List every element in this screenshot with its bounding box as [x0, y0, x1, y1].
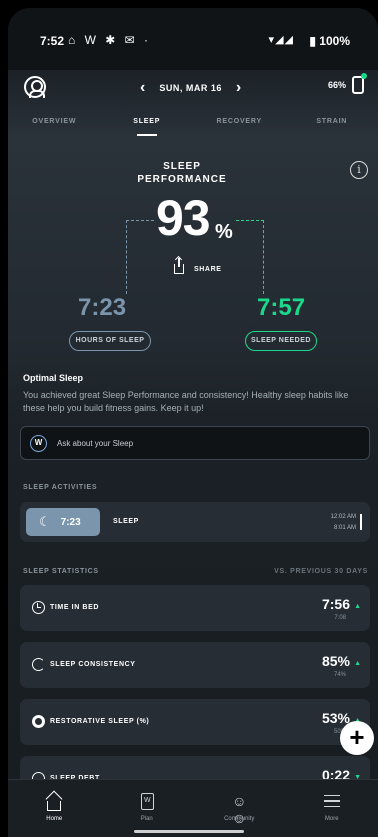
chevron-left-icon[interactable]: ‹ — [140, 79, 145, 97]
hours-of-sleep-pill[interactable]: HOURS OF SLEEP — [69, 331, 151, 351]
whoop-coach-icon: W — [30, 434, 47, 452]
activity-bar — [360, 514, 362, 530]
profile-icon[interactable] — [24, 76, 46, 98]
tab-sleep[interactable]: SLEEP — [101, 114, 194, 136]
stat-previous: 74% — [333, 672, 346, 678]
home-icon — [47, 801, 62, 811]
tab-recovery[interactable]: RECOVERY — [193, 114, 286, 136]
sleep-needed-pill[interactable]: SLEEP NEEDED — [245, 331, 317, 351]
sleep-activity-row[interactable]: ☾ 7:23 SLEEP 12:02 AM 8:01 AM — [20, 502, 370, 542]
ask-input[interactable]: W Ask about your Sleep — [20, 426, 370, 460]
device-battery[interactable]: 66% — [327, 73, 367, 94]
clock-icon — [32, 601, 45, 614]
activity-chip: ☾ 7:23 — [26, 508, 100, 536]
bottom-navigation: Home W Plan ☺☺ Community More — [8, 779, 378, 837]
trend-up-icon: ▲ — [354, 660, 361, 667]
notification-icons: ⌂ W ✱ ✉ · — [68, 33, 152, 47]
consistency-icon — [32, 658, 45, 671]
nav-label: Community — [224, 816, 255, 822]
performance-title-line1: SLEEP — [163, 161, 201, 172]
info-icon[interactable]: i — [350, 161, 368, 179]
activity-times: 12:02 AM 8:01 AM — [331, 512, 356, 534]
performance-unit: % — [215, 221, 233, 243]
status-time: 7:52 — [40, 34, 65, 48]
sleep-statistics-label: SLEEP STATISTICS — [23, 568, 99, 575]
restorative-icon — [32, 715, 45, 728]
insight-title: Optimal Sleep — [23, 373, 84, 383]
tab-bar: OVERVIEW SLEEP RECOVERY STRAIN — [8, 114, 378, 136]
stat-value: 85% — [321, 653, 350, 669]
community-icon: ☺☺ — [232, 793, 247, 826]
stat-previous: 7:08 — [334, 615, 346, 621]
date-label[interactable]: SUN, MAR 16 — [159, 83, 222, 93]
insight-body: You achieved great Sleep Performance and… — [23, 390, 349, 413]
nav-more[interactable]: More — [286, 780, 378, 837]
status-bar: 7:52 ⌂ W ✱ ✉ · ▾◢◢ ▮ 100% — [8, 8, 378, 70]
plan-icon: W — [140, 793, 154, 810]
performance-value: 93 — [156, 190, 211, 246]
strap-icon — [352, 73, 367, 94]
menu-icon — [323, 795, 340, 807]
activity-type: SLEEP — [113, 518, 139, 525]
share-label: SHARE — [194, 265, 222, 273]
activity-duration: 7:23 — [60, 516, 81, 528]
trend-up-icon: ▲ — [354, 603, 361, 610]
hours-connector — [126, 220, 154, 294]
sleep-activities-label: SLEEP ACTIVITIES — [23, 484, 98, 491]
network-icon: ▾◢◢ — [268, 34, 294, 46]
nav-label: Home — [46, 816, 63, 822]
activity-end: 8:01 AM — [333, 525, 356, 531]
date-navigator: ‹ SUN, MAR 16 › — [140, 79, 241, 97]
chevron-right-icon[interactable]: › — [236, 79, 241, 97]
tab-strain[interactable]: STRAIN — [286, 114, 378, 136]
needed-connector — [236, 220, 264, 294]
nav-home[interactable]: Home — [8, 780, 101, 837]
stat-card-consistency[interactable]: SLEEP CONSISTENCY 85% ▲ 74% — [20, 642, 370, 688]
nav-label: Plan — [140, 816, 153, 822]
battery-status: ▮ 100% — [309, 34, 350, 48]
nav-community[interactable]: ☺☺ Community — [193, 780, 286, 837]
ask-placeholder: Ask about your Sleep — [57, 438, 134, 448]
stat-label: SLEEP CONSISTENCY — [50, 661, 136, 668]
stat-card-time-in-bed[interactable]: TIME IN BED 7:56 ▲ 7:08 — [20, 585, 370, 631]
add-fab-button[interactable]: + — [340, 721, 374, 755]
share-icon — [174, 258, 184, 274]
tab-overview[interactable]: OVERVIEW — [8, 114, 101, 136]
nav-label: More — [324, 816, 339, 822]
stat-value: 7:56 — [321, 596, 350, 612]
phone-screen: 7:52 ⌂ W ✱ ✉ · ▾◢◢ ▮ 100% ‹ SUN, MAR 16 … — [8, 8, 378, 837]
sleep-needed-value: 7:57 — [257, 294, 306, 321]
gesture-bar — [134, 830, 244, 833]
hours-of-sleep-value: 7:23 — [78, 294, 127, 321]
stat-label: TIME IN BED — [50, 604, 99, 611]
app-bar: ‹ SUN, MAR 16 › 66% — [8, 70, 378, 110]
performance-title: SLEEP PERFORMANCE — [8, 160, 356, 186]
nav-plan[interactable]: W Plan — [101, 780, 194, 837]
moon-icon: ☾ — [39, 514, 51, 529]
stat-card-restorative[interactable]: RESTORATIVE SLEEP (%) 53% ▲ 50% — [20, 699, 370, 745]
device-battery-label: 66% — [327, 80, 346, 90]
stat-label: RESTORATIVE SLEEP (%) — [50, 718, 150, 725]
performance-title-line2: PERFORMANCE — [137, 174, 227, 185]
activity-start: 12:02 AM — [330, 514, 356, 520]
compare-label: VS. PREVIOUS 30 DAYS — [274, 568, 368, 575]
share-button[interactable]: SHARE — [174, 258, 222, 274]
